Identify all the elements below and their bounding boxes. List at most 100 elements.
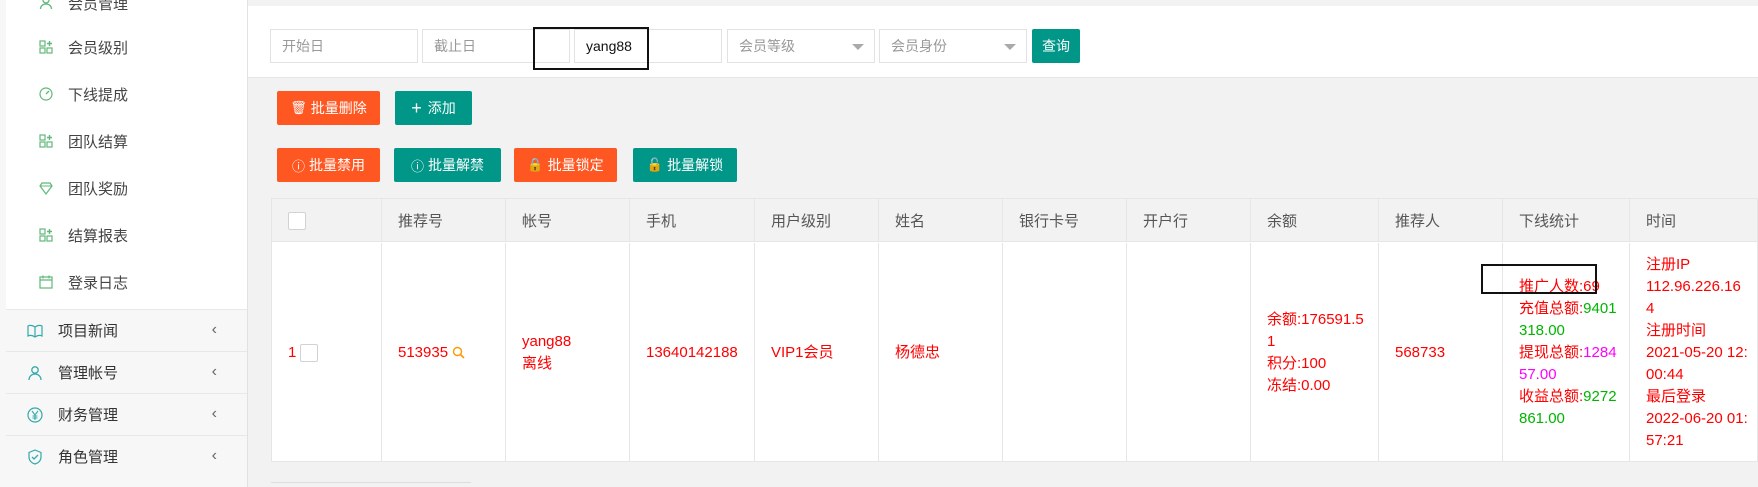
header-phone: 手机	[630, 199, 755, 242]
batch-unban-button[interactable]: ⓘ 批量解禁	[394, 148, 501, 182]
header-user-level: 用户级别	[755, 199, 879, 242]
cell-bank-card	[1003, 243, 1127, 462]
sidebar-item-label: 财务管理	[58, 407, 119, 424]
calendar-icon	[38, 274, 54, 290]
reg-time-label: 注册时间	[1646, 321, 1707, 339]
downline-stats-block: 推广人数:69 充值总额:9401318.00 提现总额:128457.00 收…	[1519, 276, 1617, 430]
recharge-label: 充值总额:	[1519, 299, 1584, 317]
sidebar: 会员管理 会员级别 下线提成 团队结算 团队奖励 结算报表 登录日志 项目新闻 …	[0, 0, 248, 487]
row-checkbox[interactable]	[300, 343, 319, 362]
pagination-edge	[271, 482, 471, 487]
add-label: 添加	[427, 100, 456, 116]
caret-down-icon	[852, 44, 864, 50]
chevron-left-icon: ‹	[211, 321, 217, 338]
grid-icon	[38, 227, 54, 243]
sidebar-item-roles[interactable]: 角色管理 ‹	[6, 435, 247, 477]
annotation-highlight-box	[1481, 264, 1597, 294]
start-date-input[interactable]: 开始日	[270, 29, 418, 63]
sidebar-item-label: 结算报表	[68, 227, 129, 245]
income-label: 收益总额:	[1519, 387, 1584, 405]
add-button[interactable]: + 添加	[395, 91, 472, 125]
reg-ip-label: 注册IP	[1646, 255, 1691, 273]
sidebar-item-member-level[interactable]: 会员级别	[38, 35, 128, 59]
sidebar-item-label: 下线提成	[68, 86, 129, 104]
batch-unlock-button[interactable]: 🔓 批量解锁	[633, 148, 737, 182]
sidebar-item-downline-commission[interactable]: 下线提成	[38, 82, 128, 106]
row-index: 1	[288, 343, 297, 361]
cell-name: 杨德忠	[879, 243, 1003, 462]
book-icon	[26, 322, 44, 340]
cell-bank	[1127, 243, 1251, 462]
sidebar-item-label: 团队结算	[68, 133, 129, 151]
caret-down-icon	[1004, 44, 1016, 50]
pause-circle-icon: ⓘ	[291, 158, 305, 174]
header-account: 帐号	[506, 199, 630, 242]
header-select-all	[272, 199, 382, 242]
members-table: 推荐号 帐号 手机 用户级别 姓名 银行卡号 开户行 余额 推荐人 下线统计 时…	[271, 198, 1758, 462]
last-login-value: 2022-06-20 01:57:21	[1646, 409, 1748, 449]
select-value: 会员等级	[739, 38, 795, 54]
header-downline-stats: 下线统计	[1503, 199, 1630, 242]
user-icon	[26, 364, 44, 382]
unlock-icon: 🔓	[646, 157, 664, 172]
trash-icon: 🗑	[290, 100, 307, 115]
header-ref-no: 推荐号	[382, 199, 506, 242]
chevron-left-icon: ‹	[211, 447, 217, 464]
account-value: yang88	[522, 332, 572, 350]
header-name: 姓名	[879, 199, 1003, 242]
user-icon	[38, 0, 54, 11]
cell-level: VIP1会员	[755, 243, 879, 462]
sidebar-item-finance[interactable]: 财务管理 ‹	[6, 393, 247, 435]
cell-time: 注册IP 112.96.226.164 注册时间 2021-05-20 12:0…	[1630, 243, 1758, 462]
header-balance: 余额	[1251, 199, 1379, 242]
chevron-left-icon: ‹	[211, 405, 217, 422]
sidebar-item-label: 角色管理	[58, 449, 119, 466]
batch-lock-button[interactable]: 🔒 批量锁定	[514, 148, 617, 182]
member-identity-select[interactable]: 会员身份	[879, 29, 1027, 63]
select-all-checkbox[interactable]	[288, 211, 306, 230]
balance-block: 余额:176591.51 积分:100 冻结:0.00	[1267, 309, 1370, 397]
grid-icon	[38, 39, 54, 55]
cell-phone: 13640142188	[630, 243, 755, 462]
select-value: 会员身份	[891, 38, 947, 54]
sidebar-item-member-management[interactable]: 会员管理	[38, 0, 128, 15]
member-level-select[interactable]: 会员等级	[727, 29, 875, 63]
diamond-icon	[38, 180, 54, 196]
header-time: 时间	[1646, 213, 1677, 230]
batch-ban-label: 批量禁用	[309, 157, 365, 173]
withdraw-label: 提现总额:	[1519, 343, 1584, 361]
table-header: 推荐号 帐号 手机 用户级别 姓名 银行卡号 开户行 余额 推荐人 下线统计 时…	[272, 199, 1757, 242]
batch-lock-label: 批量锁定	[547, 157, 604, 173]
annotation-highlight-box	[533, 27, 649, 70]
gauge-icon	[38, 86, 54, 102]
sidebar-item-label: 项目新闻	[58, 323, 119, 340]
query-button[interactable]: 查询	[1032, 29, 1080, 63]
plus-icon: +	[411, 97, 422, 118]
sidebar-item-label: 会员级别	[68, 39, 129, 57]
phone-value: 13640142188	[646, 343, 738, 361]
sidebar-item-team-reward[interactable]: 团队奖励	[38, 176, 128, 200]
search-icon[interactable]	[452, 346, 465, 359]
cell-index: 1	[272, 243, 382, 462]
batch-ban-button[interactable]: ⓘ 批量禁用	[277, 148, 380, 182]
sidebar-item-team-settlement[interactable]: 团队结算	[38, 129, 128, 153]
header-bank-card: 银行卡号	[1003, 199, 1127, 242]
header-referrer: 推荐人	[1379, 199, 1503, 242]
sidebar-item-label: 登录日志	[68, 274, 129, 292]
cell-ref-no: 513935	[382, 243, 506, 462]
time-block: 注册IP 112.96.226.164 注册时间 2021-05-20 12:0…	[1646, 254, 1749, 452]
sidebar-item-settlement-report[interactable]: 结算报表	[38, 223, 128, 247]
batch-unlock-label: 批量解锁	[667, 157, 724, 173]
ref-no-value: 513935	[398, 343, 449, 361]
batch-delete-button[interactable]: 🗑 批量删除	[277, 91, 380, 125]
lock-icon: 🔒	[527, 157, 544, 172]
referrer-value: 568733	[1395, 343, 1446, 361]
sidebar-item-project-news[interactable]: 项目新闻 ‹	[6, 309, 247, 351]
balance-value: 余额:176591.51	[1267, 310, 1364, 350]
points-value: 积分:100	[1267, 354, 1327, 372]
account-block: yang88 离线	[522, 331, 571, 375]
sidebar-item-admin-accounts[interactable]: 管理帐号 ‹	[6, 351, 247, 393]
sidebar-item-login-log[interactable]: 登录日志	[38, 270, 128, 294]
cell-account: yang88 离线	[506, 243, 630, 462]
frozen-value: 冻结:0.00	[1267, 376, 1331, 394]
